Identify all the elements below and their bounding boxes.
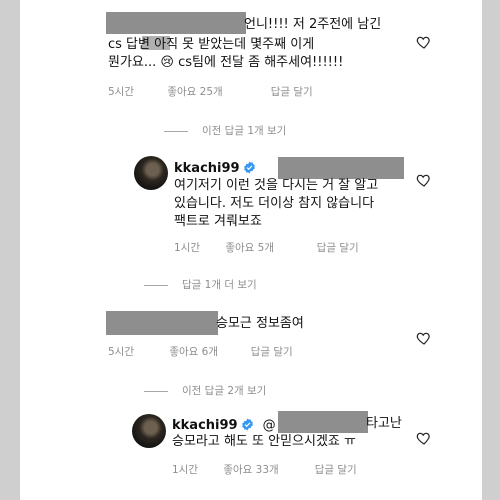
redacted-username (106, 12, 246, 34)
view-more-replies-link[interactable]: 답글 1개 더 보기 (144, 277, 257, 292)
comment-3-meta: 5시간 좋아요 6개 답글 달기 (108, 344, 293, 359)
view-previous-replies-link[interactable]: 이전 답글 1개 보기 (164, 123, 286, 138)
likes-count-link[interactable]: 좋아요 25개 (167, 84, 267, 99)
likes-count-link[interactable]: 좋아요 5개 (225, 240, 313, 255)
comment-2-body: 여기저기 이런 것을 다시는 거 잘 알고 있습니다. 저도 더이상 참지 않습… (174, 177, 414, 231)
like-heart-icon[interactable] (416, 172, 432, 188)
divider-line (144, 390, 168, 392)
comment-2-line-2: 있습니다. 저도 더이상 참지 않습니다 (174, 196, 375, 211)
comment-1-line-3: 뭔가요... 😢 cs팀에 전달 좀 해주세여!!!!!! (108, 55, 344, 70)
reply-link[interactable]: 답글 달기 (271, 84, 313, 99)
divider-line (144, 284, 168, 286)
view-replies-label[interactable]: 답글 1개 더 보기 (182, 279, 257, 291)
redacted-mention (278, 157, 404, 179)
view-previous-replies-link[interactable]: 이전 답글 2개 보기 (144, 383, 266, 398)
comments-panel: 언니!!!! 저 2주전에 남긴 cs 답변 아직 못 받았는데 몇주째 이게 … (20, 0, 482, 500)
redacted-username (106, 311, 218, 335)
comment-3-text: 승모근 정보좀여 (216, 315, 416, 333)
like-heart-icon[interactable] (416, 330, 432, 346)
comment-4-line-1-suffix: 타고난 (366, 415, 402, 433)
comment-1-text: 언니!!!! 저 2주전에 남긴 (244, 16, 474, 34)
reply-link[interactable]: 답글 달기 (317, 240, 359, 255)
like-heart-icon[interactable] (416, 34, 432, 50)
comment-time: 5시간 (108, 86, 135, 98)
mention-at-symbol: @ (262, 418, 276, 433)
comment-time: 1시간 (172, 464, 199, 476)
comment-2-line-1: 여기저기 이런 것을 다시는 거 잘 알고 (174, 178, 379, 193)
like-heart-icon[interactable] (416, 430, 432, 446)
likes-count-link[interactable]: 좋아요 33개 (223, 462, 311, 477)
view-replies-label[interactable]: 이전 답글 2개 보기 (182, 385, 266, 397)
comment-4-suffix-text: 타고난 (366, 416, 402, 431)
comment-2-header: kkachi99 (174, 157, 256, 176)
comment-4-body: 승모라고 해도 또 안믿으시겠죠 ㅠ (172, 433, 412, 451)
comment-1-line-1: 언니!!!! 저 2주전에 남긴 (244, 17, 382, 32)
likes-count-link[interactable]: 좋아요 6개 (169, 344, 247, 359)
comment-time: 1시간 (174, 242, 201, 254)
redacted-mention (278, 411, 368, 433)
reply-link[interactable]: 답글 달기 (315, 462, 357, 477)
comment-4-header: kkachi99 @ (172, 414, 276, 433)
divider-line (164, 130, 188, 132)
comment-time: 5시간 (108, 346, 135, 358)
view-replies-label[interactable]: 이전 답글 1개 보기 (202, 125, 286, 137)
comment-1-body: cs 답변 아직 못 받았는데 몇주째 이게 뭔가요... 😢 cs팀에 전달 … (108, 36, 428, 72)
verified-badge-icon (241, 416, 254, 431)
avatar[interactable] (134, 156, 168, 190)
verified-badge-icon (243, 159, 256, 174)
comment-2-line-3: 팩트로 겨뤄보죠 (174, 214, 262, 229)
comment-4-meta: 1시간 좋아요 33개 답글 달기 (172, 462, 357, 477)
avatar[interactable] (132, 414, 166, 448)
comment-2-meta: 1시간 좋아요 5개 답글 달기 (174, 240, 359, 255)
reply-link[interactable]: 답글 달기 (251, 344, 293, 359)
username-link[interactable]: kkachi99 (172, 418, 238, 433)
comment-3-line-1: 승모근 정보좀여 (216, 316, 304, 331)
comment-1-line-2: cs 답변 아직 못 받았는데 몇주째 이게 (108, 37, 315, 52)
username-link[interactable]: kkachi99 (174, 161, 240, 176)
comment-1-meta: 5시간 좋아요 25개 답글 달기 (108, 84, 313, 99)
comment-4-line-2: 승모라고 해도 또 안믿으시겠죠 ㅠ (172, 434, 356, 449)
